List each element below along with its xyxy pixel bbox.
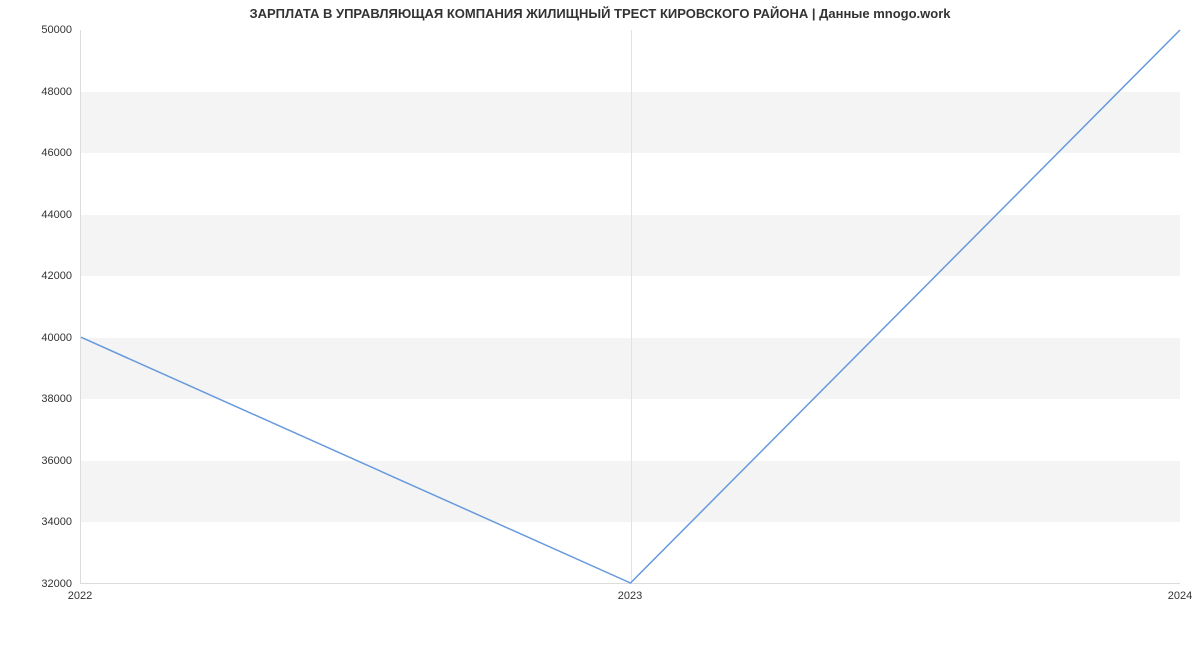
y-tick-label: 32000 — [12, 578, 72, 590]
x-tick-label: 2022 — [68, 590, 92, 602]
data-line — [81, 30, 1180, 583]
salary-chart: ЗАРПЛАТА В УПРАВЛЯЮЩАЯ КОМПАНИЯ ЖИЛИЩНЫЙ… — [0, 0, 1200, 630]
plot-area — [80, 30, 1180, 584]
y-tick-label: 50000 — [12, 24, 72, 36]
y-tick-label: 34000 — [12, 516, 72, 528]
x-tick-label: 2024 — [1168, 590, 1192, 602]
line-series — [81, 30, 1180, 583]
y-tick-label: 40000 — [12, 332, 72, 344]
y-tick-label: 42000 — [12, 270, 72, 282]
y-tick-label: 46000 — [12, 147, 72, 159]
y-tick-label: 48000 — [12, 86, 72, 98]
x-tick-label: 2023 — [618, 590, 642, 602]
chart-title: ЗАРПЛАТА В УПРАВЛЯЮЩАЯ КОМПАНИЯ ЖИЛИЩНЫЙ… — [0, 6, 1200, 21]
y-tick-label: 44000 — [12, 209, 72, 221]
y-tick-label: 36000 — [12, 455, 72, 467]
y-tick-label: 38000 — [12, 393, 72, 405]
